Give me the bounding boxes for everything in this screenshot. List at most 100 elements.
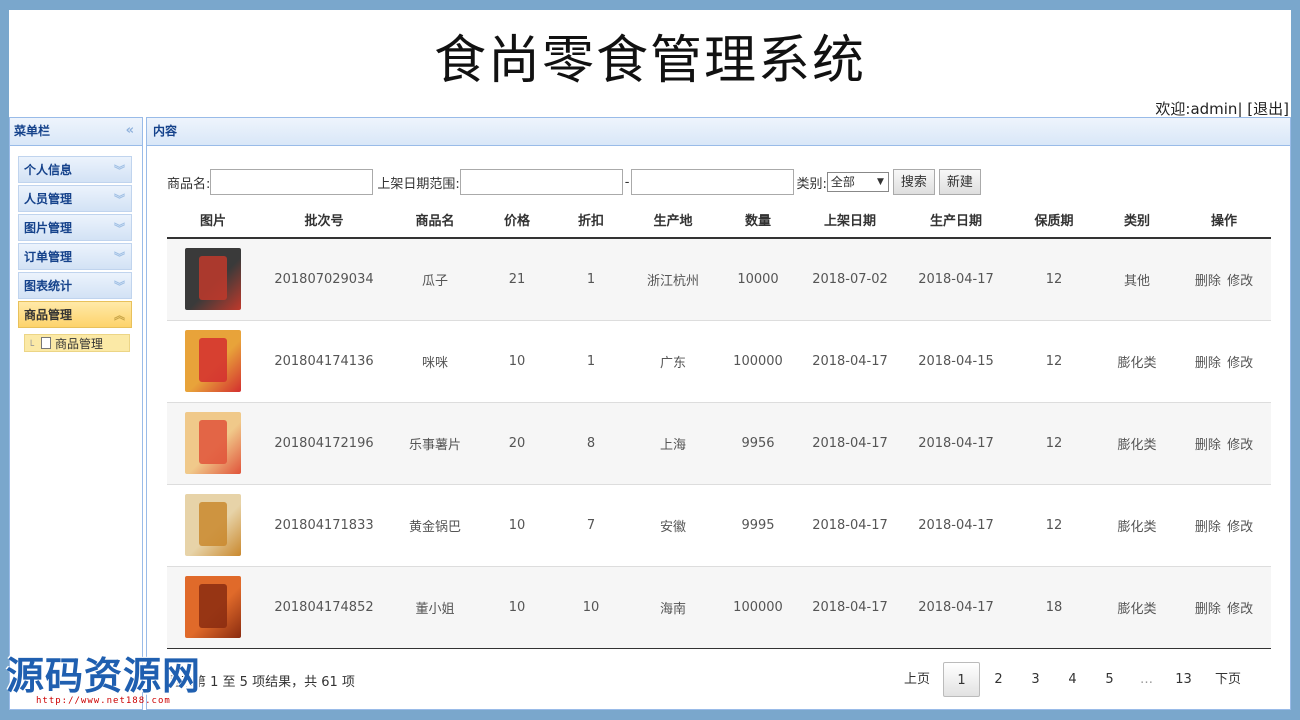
table-row: 201807029034 瓜子 21 1 浙江杭州 10000 2018-07-02 2018… bbox=[167, 238, 1271, 321]
pager-page-2[interactable]: 2 bbox=[980, 662, 1017, 697]
actions-cell: 删除 修改 bbox=[1177, 320, 1271, 403]
watermark-text: 源码资源网 bbox=[6, 654, 202, 698]
tree-line-icon: └ bbox=[28, 341, 35, 352]
date-to-input[interactable] bbox=[631, 169, 795, 195]
delete-link[interactable]: 删除 bbox=[1195, 438, 1221, 453]
edit-link[interactable]: 修改 bbox=[1227, 438, 1253, 453]
cell-discount: 1 bbox=[553, 238, 629, 321]
actions-cell: 删除 修改 bbox=[1177, 402, 1271, 485]
delete-link[interactable]: 删除 bbox=[1195, 520, 1221, 535]
product-thumbnail bbox=[185, 494, 241, 556]
pager-page-1[interactable]: 1 bbox=[943, 662, 980, 697]
table-row: 201804174852 董小姐 10 10 海南 100000 2018-04-17 201… bbox=[167, 566, 1271, 649]
column-header[interactable]: 上架日期 bbox=[799, 202, 901, 239]
pager-page-3[interactable]: 3 bbox=[1017, 662, 1054, 697]
table-header-row: 图片 批次号 商品名 价格 折扣 生产地 数量 上架日期 生产日期 保质期 类别 操作 bbox=[167, 202, 1271, 239]
table-row: 201804172196 乐事薯片 20 8 上海 9956 2018-04-17 2018-… bbox=[167, 402, 1271, 485]
column-header[interactable]: 价格 bbox=[481, 202, 553, 239]
column-header[interactable]: 商品名 bbox=[389, 202, 481, 239]
sidebar-subitem-0[interactable]: └ 商品管理 bbox=[24, 334, 130, 352]
category-selected: 全部 bbox=[830, 175, 855, 189]
table-row: 201804174136 咪咪 10 1 广东 100000 2018-04-17 2018-… bbox=[167, 320, 1271, 403]
column-header[interactable]: 类别 bbox=[1097, 202, 1177, 239]
sidebar-item-label: 图片管理 bbox=[24, 221, 73, 235]
product-thumbnail bbox=[185, 330, 241, 392]
pager-page-5[interactable]: 5 bbox=[1091, 662, 1128, 697]
product-image-cell bbox=[167, 484, 259, 567]
pager-page-last[interactable]: 13 bbox=[1165, 662, 1202, 697]
column-header[interactable]: 生产日期 bbox=[901, 202, 1011, 239]
column-header[interactable]: 数量 bbox=[717, 202, 799, 239]
edit-link[interactable]: 修改 bbox=[1227, 274, 1253, 289]
cell-name: 乐事薯片 bbox=[389, 402, 481, 485]
pager-prev-button[interactable]: 上页 bbox=[891, 662, 943, 697]
product-image-cell bbox=[167, 320, 259, 403]
edit-link[interactable]: 修改 bbox=[1227, 356, 1253, 371]
cell-batch: 201804174136 bbox=[259, 320, 389, 403]
edit-link[interactable]: 修改 bbox=[1227, 602, 1253, 617]
delete-link[interactable]: 删除 bbox=[1195, 356, 1221, 371]
category-select[interactable]: 全部 ▼ bbox=[826, 172, 889, 192]
collapse-left-icon[interactable]: « bbox=[126, 118, 134, 144]
cell-discount: 10 bbox=[553, 566, 629, 649]
cell-prod-date: 2018-04-17 bbox=[901, 238, 1011, 321]
cell-shelf-life: 12 bbox=[1011, 320, 1097, 403]
pager-next-button[interactable]: 下页 bbox=[1202, 662, 1254, 697]
chevron-down-icon: ︾ bbox=[114, 280, 125, 293]
cell-shelf-date: 2018-04-17 bbox=[799, 566, 901, 649]
cell-origin: 上海 bbox=[629, 402, 717, 485]
edit-link[interactable]: 修改 bbox=[1227, 520, 1253, 535]
delete-link[interactable]: 删除 bbox=[1195, 274, 1221, 289]
cell-price: 10 bbox=[481, 320, 553, 403]
welcome-prefix: 欢迎: bbox=[1155, 100, 1191, 118]
delete-link[interactable]: 删除 bbox=[1195, 602, 1221, 617]
cell-qty: 100000 bbox=[717, 566, 799, 649]
cell-category: 膨化类 bbox=[1097, 402, 1177, 485]
column-header[interactable]: 批次号 bbox=[259, 202, 389, 239]
cell-shelf-date: 2018-04-17 bbox=[799, 484, 901, 567]
table-body: 201807029034 瓜子 21 1 浙江杭州 10000 2018-07-02 2018… bbox=[167, 238, 1271, 649]
cell-discount: 7 bbox=[553, 484, 629, 567]
cell-name: 咪咪 bbox=[389, 320, 481, 403]
cell-batch: 201807029034 bbox=[259, 238, 389, 321]
column-header[interactable]: 生产地 bbox=[629, 202, 717, 239]
product-thumbnail bbox=[185, 576, 241, 638]
package-icon bbox=[199, 502, 227, 546]
app-title: 食尚零食管理系统 bbox=[433, 31, 866, 91]
product-name-input[interactable] bbox=[210, 169, 374, 195]
product-thumbnail bbox=[185, 248, 241, 311]
cell-category: 膨化类 bbox=[1097, 320, 1177, 403]
search-button[interactable]: 搜索 bbox=[892, 169, 935, 195]
cell-name: 黄金锅巴 bbox=[389, 484, 481, 567]
document-icon bbox=[41, 337, 51, 349]
cell-prod-date: 2018-04-15 bbox=[901, 320, 1011, 403]
sidebar-item-label: 订单管理 bbox=[24, 250, 73, 264]
package-icon bbox=[199, 420, 227, 464]
product-thumbnail bbox=[185, 412, 241, 474]
app-frame: 食尚零食管理系统 欢迎:admin| [退出] 菜单栏 « 个人信息 ︾ 人员管理 ︾… bbox=[9, 10, 1291, 710]
pagination: 上页 1 2 3 4 5 … 13 下页 bbox=[891, 662, 1254, 697]
column-header[interactable]: 图片 bbox=[167, 202, 259, 239]
cell-shelf-date: 2018-04-17 bbox=[799, 320, 901, 403]
cell-name: 董小姐 bbox=[389, 566, 481, 649]
sidebar-title: 菜单栏 bbox=[14, 124, 51, 138]
sidebar-item-4[interactable]: 图表统计 ︾ bbox=[18, 272, 132, 299]
sidebar-item-3[interactable]: 订单管理 ︾ bbox=[18, 243, 132, 270]
sidebar-item-1[interactable]: 人员管理 ︾ bbox=[18, 185, 132, 212]
sidebar-item-2[interactable]: 图片管理 ︾ bbox=[18, 214, 132, 241]
pager-page-4[interactable]: 4 bbox=[1054, 662, 1091, 697]
column-header[interactable]: 保质期 bbox=[1011, 202, 1097, 239]
date-from-input[interactable] bbox=[459, 169, 623, 195]
column-header[interactable]: 折扣 bbox=[553, 202, 629, 239]
sidebar-item-0[interactable]: 个人信息 ︾ bbox=[18, 156, 132, 183]
sidebar-item-5[interactable]: 商品管理 ︽ bbox=[18, 301, 132, 328]
new-button[interactable]: 新建 bbox=[938, 169, 981, 195]
cell-prod-date: 2018-04-17 bbox=[901, 484, 1011, 567]
cell-shelf-life: 12 bbox=[1011, 484, 1097, 567]
cell-batch: 201804171833 bbox=[259, 484, 389, 567]
logout-link[interactable]: [退出] bbox=[1247, 100, 1289, 118]
cell-qty: 9995 bbox=[717, 484, 799, 567]
cell-shelf-life: 12 bbox=[1011, 238, 1097, 321]
column-header[interactable]: 操作 bbox=[1177, 202, 1271, 239]
sidebar: 菜单栏 « 个人信息 ︾ 人员管理 ︾ 图片管理 ︾ 订单管理 ︾ 图表统计 ︾ 商品管理 ︽ └ 商品管… bbox=[9, 117, 143, 710]
